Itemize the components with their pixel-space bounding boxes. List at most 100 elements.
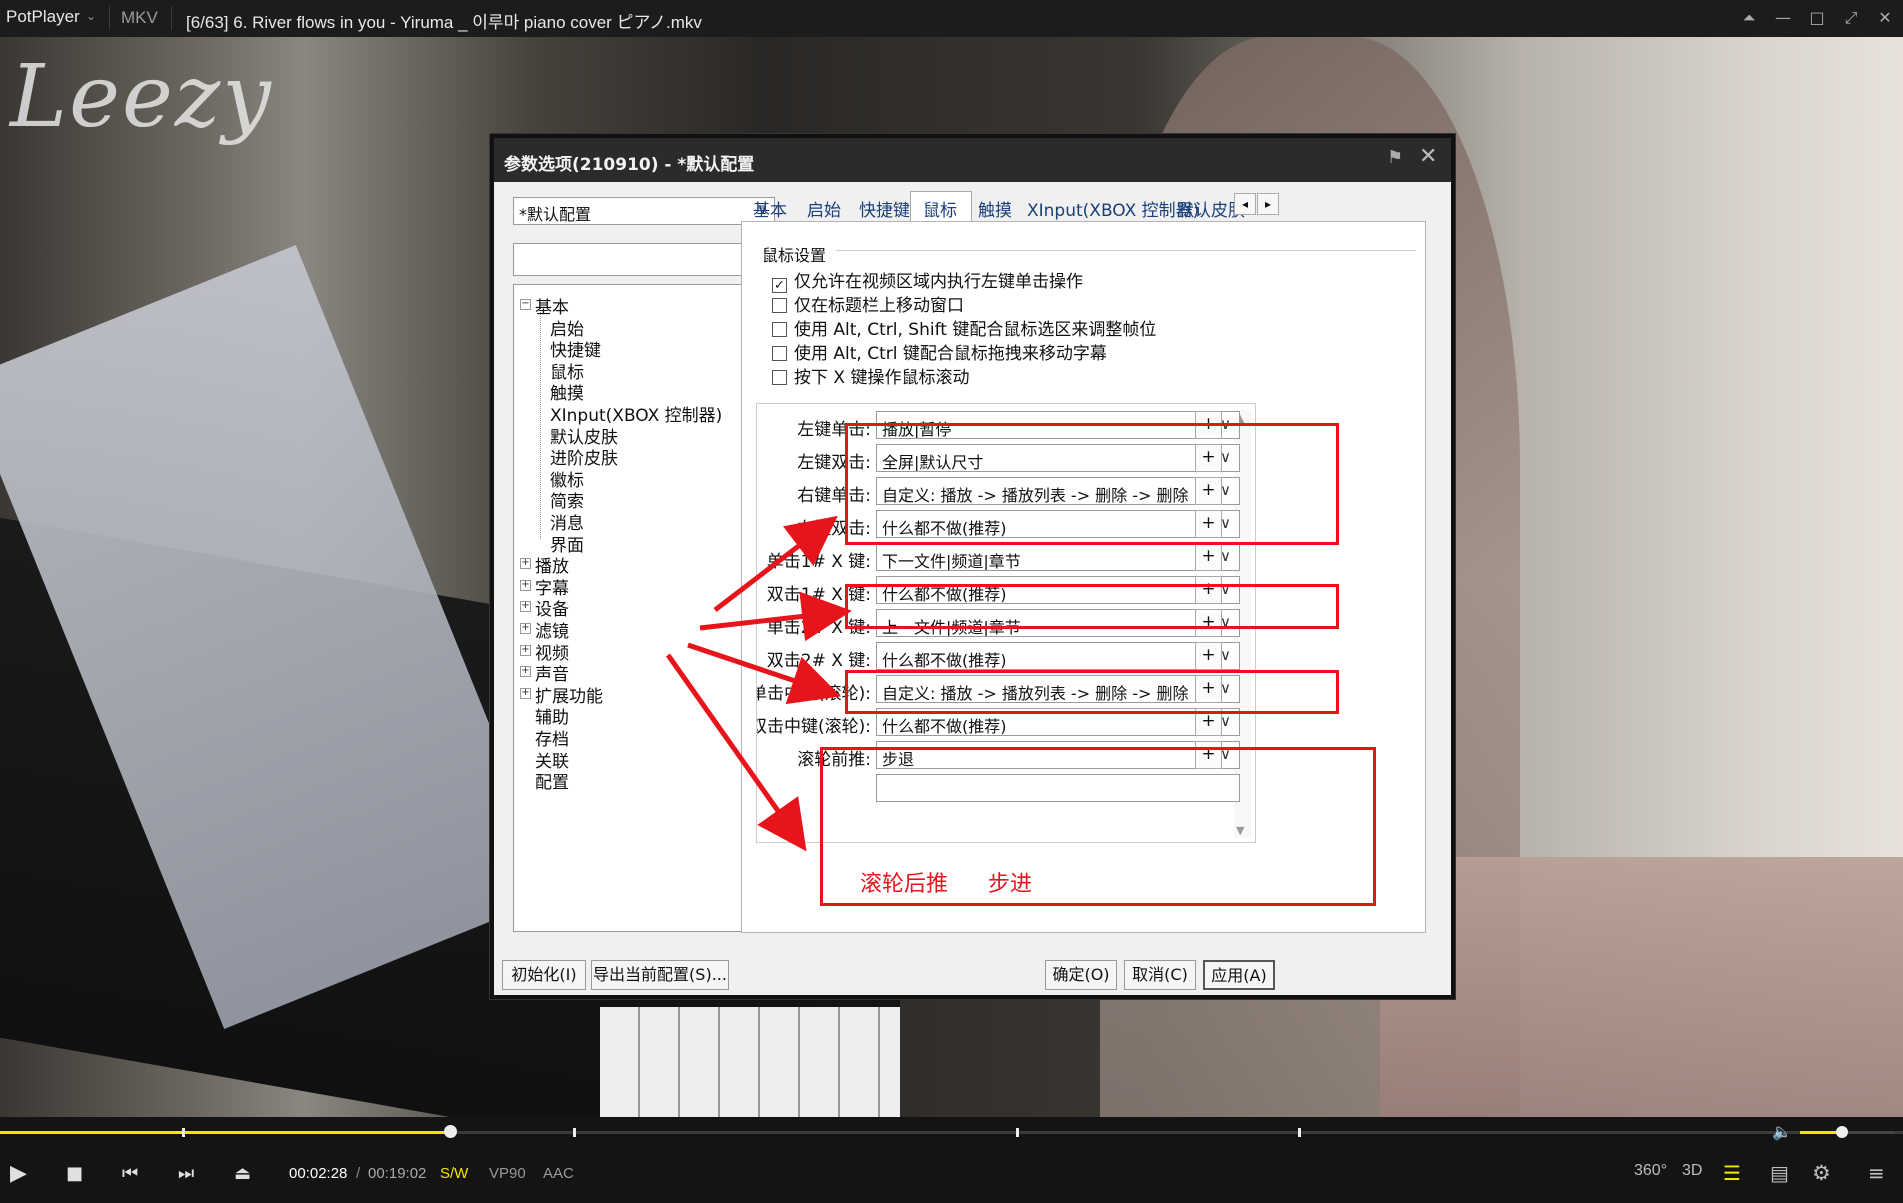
checkbox-label: 使用 Alt, Ctrl 键配合鼠标拖拽来移动字幕: [794, 344, 1107, 364]
3d-icon[interactable]: 3D: [1682, 1162, 1702, 1180]
format-label: MKV: [121, 8, 158, 27]
checkbox[interactable]: [772, 298, 787, 313]
eject-icon[interactable]: ⏏: [234, 1163, 251, 1184]
seek-progress: [0, 1131, 451, 1134]
init-button[interactable]: 初始化(I): [502, 960, 586, 990]
checkbox-label: 仅允许在视频区域内执行左键单击操作: [794, 272, 1083, 292]
ok-button[interactable]: 确定(O): [1045, 960, 1117, 990]
cancel-button[interactable]: 取消(C): [1124, 960, 1196, 990]
tree-item[interactable]: 配置: [535, 768, 569, 793]
profile-value: *默认配置: [519, 205, 592, 224]
dialog-title-bar: 参数选项(210910) - *默认配置 ⚑ ✕: [494, 138, 1451, 182]
checkbox-option[interactable]: 仅在标题栏上移动窗口: [772, 291, 964, 316]
checkbox-label: 使用 Alt, Ctrl, Shift 键配合鼠标选区来调整帧位: [794, 320, 1157, 340]
checkbox-label: 仅在标题栏上移动窗口: [794, 296, 964, 316]
checkbox[interactable]: [772, 322, 787, 337]
audio-codec[interactable]: AAC: [543, 1165, 574, 1182]
video-piano-keys: [600, 1007, 900, 1117]
add-mapping-button[interactable]: +: [1195, 642, 1222, 670]
profile-select[interactable]: *默认配置 ∨: [513, 197, 775, 225]
volume-handle[interactable]: [1836, 1126, 1848, 1138]
video-codec[interactable]: VP90: [489, 1165, 526, 1182]
sw-decoder-badge[interactable]: S/W: [440, 1165, 468, 1182]
close-icon[interactable]: ✕: [1868, 0, 1902, 37]
gear-icon[interactable]: ⚙: [1812, 1161, 1831, 1185]
dialog-title: 参数选项(210910) - *默认配置: [504, 155, 755, 175]
tab-item[interactable]: 触摸: [978, 196, 1012, 221]
chapter-marker[interactable]: [573, 1128, 576, 1137]
stop-icon[interactable]: ■: [66, 1163, 83, 1184]
play-icon[interactable]: ▶: [10, 1161, 27, 1186]
menu-icon[interactable]: ≡: [1868, 1161, 1885, 1185]
seek-handle[interactable]: [444, 1125, 458, 1138]
playlist-search-icon[interactable]: ☰: [1723, 1161, 1741, 1185]
previous-icon[interactable]: ⏮: [122, 1163, 138, 1184]
mapping-select[interactable]: 什么都不做(推荐) ∨: [876, 642, 1240, 670]
annotation-box-x2: [845, 670, 1339, 714]
volume-icon[interactable]: 🔈: [1772, 1122, 1792, 1141]
tab-scroll-right-icon[interactable]: ▸: [1257, 193, 1279, 215]
tab-item[interactable]: 基本: [753, 196, 787, 221]
checkbox-option[interactable]: 按下 X 键操作鼠标滚动: [772, 363, 969, 388]
tab-bar: 基本 启始 快捷键 鼠标 触摸 XInput(XBOX 控制器) 默认皮肤 ◂ ▸: [746, 191, 1446, 221]
fullscreen-icon[interactable]: ⤢: [1834, 0, 1868, 37]
current-time: 00:02:28: [289, 1165, 348, 1182]
mapping-label: 双击中键(滚轮):: [756, 717, 871, 737]
apply-button[interactable]: 应用(A): [1203, 960, 1275, 990]
minimize-icon[interactable]: —: [1766, 0, 1800, 37]
annotation-step-forward: 步进: [988, 872, 1033, 897]
menu-caret-icon[interactable]: ⌄: [86, 9, 96, 23]
chapter-marker[interactable]: [1298, 1128, 1301, 1137]
annotation-box-clicks: [845, 423, 1339, 545]
add-mapping-button[interactable]: +: [1195, 543, 1222, 571]
tree-toggle[interactable]: +: [520, 666, 531, 678]
360-icon[interactable]: 360°: [1634, 1162, 1667, 1180]
checkbox[interactable]: [772, 370, 787, 385]
window-title: [6/63] 6. River flows in you - Yiruma _ …: [186, 13, 702, 32]
tree-toggle[interactable]: −: [520, 299, 531, 310]
pin-icon[interactable]: ⏶: [1732, 0, 1766, 37]
tab-item[interactable]: 启始: [807, 196, 841, 221]
checkbox-option[interactable]: ✓ 仅允许在视频区域内执行左键单击操作: [772, 267, 1083, 293]
checkbox-option[interactable]: 使用 Alt, Ctrl 键配合鼠标拖拽来移动字幕: [772, 339, 1107, 364]
checkbox-option[interactable]: 使用 Alt, Ctrl, Shift 键配合鼠标选区来调整帧位: [772, 315, 1156, 340]
control-bar: ▶ ■ ⏮ ⏭ ⏏ 00:02:28 / 00:19:02 S/W VP90 A…: [0, 1147, 1903, 1203]
time-separator: /: [356, 1165, 361, 1182]
chapter-marker[interactable]: [1016, 1128, 1019, 1137]
mapping-value: 下一文件|频道|章节: [882, 552, 1021, 571]
tree-toggle[interactable]: +: [520, 579, 531, 591]
maximize-icon[interactable]: □: [1800, 0, 1834, 37]
mapping-value: 什么都不做(推荐): [882, 651, 1007, 670]
playlist-icon[interactable]: ▤: [1770, 1161, 1789, 1185]
tree-toggle[interactable]: +: [520, 623, 531, 634]
tree-toggle[interactable]: +: [520, 644, 531, 656]
tree-toggle[interactable]: +: [520, 558, 531, 570]
volume-slider[interactable]: [1800, 1126, 1894, 1138]
mapping-label: 双击2# X 键:: [766, 651, 871, 671]
mapping-label: 单击1# X 键:: [766, 552, 871, 572]
tab-item[interactable]: 快捷键: [859, 196, 910, 221]
seek-bar[interactable]: [0, 1117, 1903, 1147]
tab-item[interactable]: XInput(XBOX 控制器): [1027, 196, 1199, 221]
settings-tree[interactable]: − 基本 启始 快捷键 鼠标 触摸 XInput(XBOX 控制器) 默认皮肤 进阶皮肤 徽标 简索…: [513, 284, 775, 932]
next-icon[interactable]: ⏭: [178, 1163, 194, 1184]
annotation-box-x1: [845, 584, 1339, 629]
mapping-select[interactable]: 下一文件|频道|章节 ∨: [876, 543, 1240, 571]
app-logo[interactable]: PotPlayer: [6, 7, 80, 27]
close-icon[interactable]: ✕: [1419, 144, 1437, 169]
pin-icon[interactable]: ⚑: [1387, 147, 1403, 168]
tree-toggle[interactable]: +: [520, 601, 531, 613]
annotation-wheel-back: 滚轮后推: [860, 872, 949, 897]
title-bar: PotPlayer ⌄ MKV [6/63] 6. River flows in…: [0, 0, 1903, 37]
divider: [109, 6, 110, 30]
tab-scroll-left-icon[interactable]: ◂: [1234, 193, 1256, 215]
chapter-marker[interactable]: [182, 1128, 185, 1137]
watermark: Leezy: [10, 47, 273, 147]
tree-toggle[interactable]: +: [520, 687, 531, 699]
search-input[interactable]: ⚲: [513, 243, 775, 276]
group-divider: [836, 250, 1416, 251]
export-config-button[interactable]: 导出当前配置(S)...: [591, 960, 729, 990]
tab-item[interactable]: 鼠标: [910, 191, 972, 221]
total-time: 00:19:02: [368, 1165, 427, 1182]
checkbox[interactable]: [772, 346, 787, 361]
